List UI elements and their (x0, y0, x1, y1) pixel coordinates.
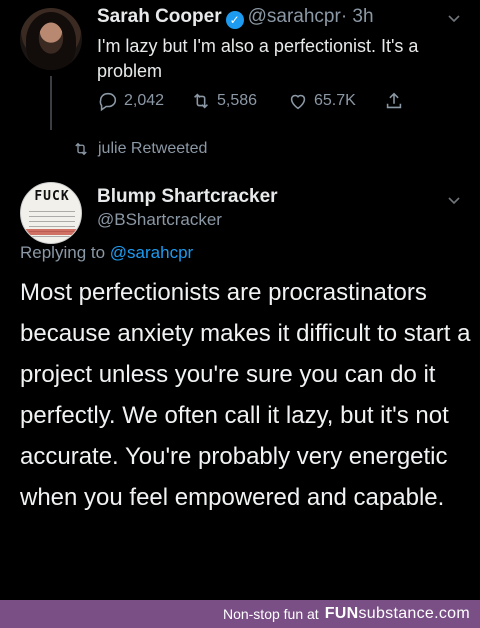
tweet-text: I'm lazy but I'm also a perfectionist. I… (97, 36, 419, 81)
reply-button[interactable]: 2,042 (97, 90, 164, 112)
chevron-down-icon[interactable] (446, 10, 462, 29)
retweet-count: 5,586 (217, 92, 258, 109)
avatar-photo (26, 12, 76, 70)
chevron-down-icon[interactable] (446, 192, 462, 211)
thread-line (50, 76, 52, 130)
retweet-icon (75, 142, 87, 156)
like-button[interactable]: 65.7K (287, 90, 356, 112)
brand-sub: substance (358, 605, 435, 622)
like-icon (290, 94, 306, 110)
reply-icon (99, 92, 117, 112)
retweet-button[interactable]: 5,586 (190, 90, 257, 112)
author-handle[interactable]: @BShartcracker (97, 210, 222, 230)
retweet-notice[interactable]: julie Retweeted (72, 140, 207, 158)
brand-tld: .com (434, 605, 470, 622)
action-bar: 2,042 5,586 65.7K (97, 90, 427, 112)
share-icon (386, 92, 402, 109)
handle-text: @sarahcpr (247, 6, 341, 27)
mention-link[interactable]: @sarahcpr (110, 243, 193, 262)
brand-main: FUN (324, 605, 359, 622)
original-tweet[interactable]: Sarah Cooper ✓ @sarahcpr· 3h I'm lazy but … (0, 0, 480, 140)
watermark-tagline: Non-stop fun at (222, 606, 319, 622)
watermark-bar: Non-stop fun at FUNsubstance.com (0, 600, 480, 628)
avatar[interactable]: FUCK (20, 182, 82, 244)
author-handle[interactable]: @sarahcpr· 3h (248, 6, 374, 27)
reply-count: 2,042 (124, 92, 165, 109)
retweet-notice-text: julie Retweeted (98, 140, 208, 157)
watermark-brand[interactable]: FUNsubstance.com (325, 605, 470, 623)
avatar-decoration (21, 229, 81, 235)
avatar-image-text: FUCK (34, 189, 70, 204)
share-button[interactable] (383, 90, 405, 112)
timestamp[interactable]: · 3h (341, 6, 374, 27)
like-count: 65.7K (314, 92, 356, 109)
verified-badge-icon: ✓ (225, 11, 244, 29)
replying-to: Replying to @sarahcpr (20, 243, 193, 263)
retweet-icon (194, 93, 208, 109)
author-name[interactable]: Sarah Cooper (97, 6, 222, 27)
author-name[interactable]: Blump Shartcracker (97, 186, 278, 208)
replying-prefix: Replying to (20, 243, 106, 262)
avatar[interactable] (20, 8, 82, 70)
tweet-text: Most perfectionists are procrastinators … (20, 279, 471, 511)
author-header: Sarah Cooper ✓ @sarahcpr· 3h (97, 6, 374, 29)
